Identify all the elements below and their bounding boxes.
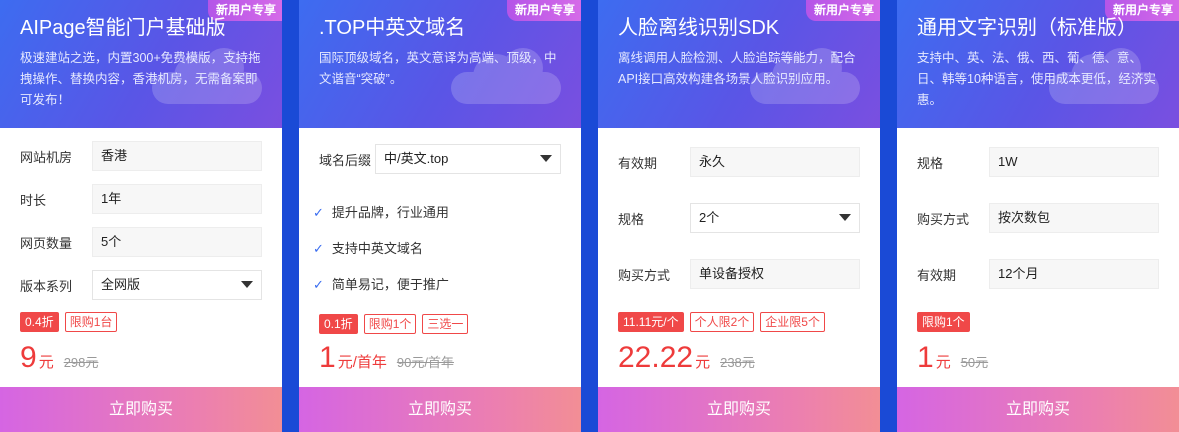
price-value: 1: [917, 341, 934, 374]
limit-tag: 限购1个: [363, 314, 417, 334]
validity-field[interactable]: 12个月: [989, 259, 1159, 289]
option-row-suffix: 域名后缀 中/英文.top: [319, 144, 561, 174]
price-value: 1: [319, 341, 336, 374]
price-block: 22.22 元 238元: [618, 341, 755, 375]
price-unit: 元: [695, 354, 711, 371]
feature-text: 支持中英文域名: [331, 241, 423, 256]
spec-select-value: 2个: [699, 210, 720, 225]
row-label: 有效期: [917, 267, 957, 283]
row-label: 购买方式: [618, 267, 671, 283]
buy-now-button[interactable]: 立即购买: [598, 387, 880, 432]
row-label: 网页数量: [20, 235, 73, 251]
option-row-purchase-mode: 购买方式 单设备授权: [618, 259, 860, 289]
card-description: 极速建站之选，内置300+免费模版，支持拖拽操作、替换内容，香港机房，无需备案即…: [20, 51, 261, 107]
price-value: 22.22: [618, 341, 694, 374]
buy-now-button[interactable]: 立即购买: [299, 387, 581, 432]
check-icon: ✓: [313, 205, 324, 220]
row-label: 有效期: [618, 155, 658, 171]
limit-tag: 限购1个: [917, 312, 970, 332]
option-row-spec: 规格 2个: [618, 203, 860, 233]
price-block: 1 元 50元: [917, 341, 988, 375]
feature-item: ✓ 提升品牌，行业通用: [313, 202, 449, 221]
card-header: 新用户专享 通用文字识别（标准版） 支持中、英、法、俄、西、葡、德、意、日、韩等…: [897, 0, 1179, 128]
buy-now-button[interactable]: 立即购买: [0, 387, 282, 432]
original-price: 298元: [63, 355, 99, 370]
option-row-validity: 有效期 永久: [618, 147, 860, 177]
limit-tag: 限购1台: [64, 312, 118, 332]
feature-text: 简单易记，便于推广: [331, 277, 449, 292]
suffix-select-value: 中/英文.top: [384, 151, 449, 166]
card-title: 人脸离线识别SDK: [618, 17, 780, 39]
row-label: 购买方式: [917, 211, 970, 227]
purchase-mode-field[interactable]: 按次数包: [989, 203, 1159, 233]
option-row-duration: 时长 1年: [20, 184, 262, 214]
enterprise-limit-tag: 企业限5个: [760, 312, 825, 332]
promo-tags: 限购1个: [917, 312, 970, 332]
card-description: 支持中、英、法、俄、西、葡、德、意、日、韩等10种语言，使用成本更低，经济实惠。: [917, 51, 1156, 107]
card-title: AIPage智能门户基础版: [20, 17, 226, 39]
price-block: 9 元 298元: [20, 341, 98, 375]
price-unit: 元: [935, 354, 951, 371]
card-title: .TOP中英文域名: [319, 17, 466, 39]
row-label: 域名后缀: [319, 152, 372, 168]
price-unit: 元/首年: [337, 354, 387, 371]
datacenter-field[interactable]: 香港: [92, 141, 262, 171]
spec-select[interactable]: 2个: [690, 203, 860, 233]
unit-price-tag: 11.11元/个: [618, 312, 684, 332]
edition-select[interactable]: 全网版: [92, 270, 262, 300]
card-description: 国际顶级域名，英文意译为高端、顶级，中文谐音“突破”。: [319, 51, 557, 86]
option-row-spec: 规格 1W: [917, 147, 1159, 177]
product-card-aipage: 新用户专享 AIPage智能门户基础版 极速建站之选，内置300+免费模版，支持…: [0, 0, 282, 432]
row-label: 版本系列: [20, 278, 73, 294]
choose-one-tag: 三选一: [422, 314, 469, 334]
option-row-validity: 有效期 12个月: [917, 259, 1159, 289]
personal-limit-tag: 个人限2个: [689, 312, 755, 332]
price-unit: 元: [38, 354, 54, 371]
purchase-mode-field[interactable]: 单设备授权: [690, 259, 860, 289]
card-header: 新用户专享 AIPage智能门户基础版 极速建站之选，内置300+免费模版，支持…: [0, 0, 282, 128]
product-card-top-domain: 新用户专享 .TOP中英文域名 国际顶级域名，英文意译为高端、顶级，中文谐音“突…: [299, 0, 581, 432]
row-label: 规格: [917, 155, 944, 171]
check-icon: ✓: [313, 241, 324, 256]
row-label: 时长: [20, 192, 47, 208]
caret-down-icon: [839, 214, 851, 221]
original-price: 238元: [720, 355, 755, 370]
duration-field[interactable]: 1年: [92, 184, 262, 214]
caret-down-icon: [540, 155, 552, 162]
discount-tag: 0.4折: [20, 312, 59, 332]
product-card-ocr: 新用户专享 通用文字识别（标准版） 支持中、英、法、俄、西、葡、德、意、日、韩等…: [897, 0, 1179, 432]
feature-text: 提升品牌，行业通用: [331, 205, 449, 220]
row-label: 规格: [618, 211, 645, 227]
buy-now-button[interactable]: 立即购买: [897, 387, 1179, 432]
edition-select-value: 全网版: [101, 277, 141, 292]
option-row-pages: 网页数量 5个: [20, 227, 262, 257]
caret-down-icon: [241, 281, 253, 288]
option-row-purchase-mode: 购买方式 按次数包: [917, 203, 1159, 233]
card-header: 新用户专享 .TOP中英文域名 国际顶级域名，英文意译为高端、顶级，中文谐音“突…: [299, 0, 581, 128]
card-header: 新用户专享 人脸离线识别SDK 离线调用人脸检测、人脸追踪等能力，配合API接口…: [598, 0, 880, 128]
discount-tag: 0.1折: [319, 314, 358, 334]
option-row-edition: 版本系列 全网版: [20, 270, 262, 300]
suffix-select[interactable]: 中/英文.top: [375, 144, 561, 174]
promo-tags: 0.4折 限购1台: [20, 312, 118, 332]
card-description: 离线调用人脸检测、人脸追踪等能力，配合API接口高效构建各场景人脸识别应用。: [618, 51, 856, 86]
spec-field[interactable]: 1W: [989, 147, 1159, 177]
row-label: 网站机房: [20, 149, 73, 165]
option-row-datacenter: 网站机房 香港: [20, 141, 262, 171]
original-price: 90元/首年: [396, 355, 454, 370]
product-card-face-sdk: 新用户专享 人脸离线识别SDK 离线调用人脸检测、人脸追踪等能力，配合API接口…: [598, 0, 880, 432]
price-block: 1 元/首年 90元/首年: [319, 341, 454, 375]
original-price: 50元: [960, 355, 989, 370]
price-value: 9: [20, 341, 37, 374]
promo-tags: 11.11元/个 个人限2个 企业限5个: [618, 312, 825, 332]
check-icon: ✓: [313, 277, 324, 292]
page-count-field[interactable]: 5个: [92, 227, 262, 257]
feature-item: ✓ 简单易记，便于推广: [313, 274, 449, 293]
card-title: 通用文字识别（标准版）: [917, 17, 1137, 39]
feature-item: ✓ 支持中英文域名: [313, 238, 423, 257]
promo-tags: 0.1折 限购1个 三选一: [319, 314, 469, 334]
validity-field[interactable]: 永久: [690, 147, 860, 177]
